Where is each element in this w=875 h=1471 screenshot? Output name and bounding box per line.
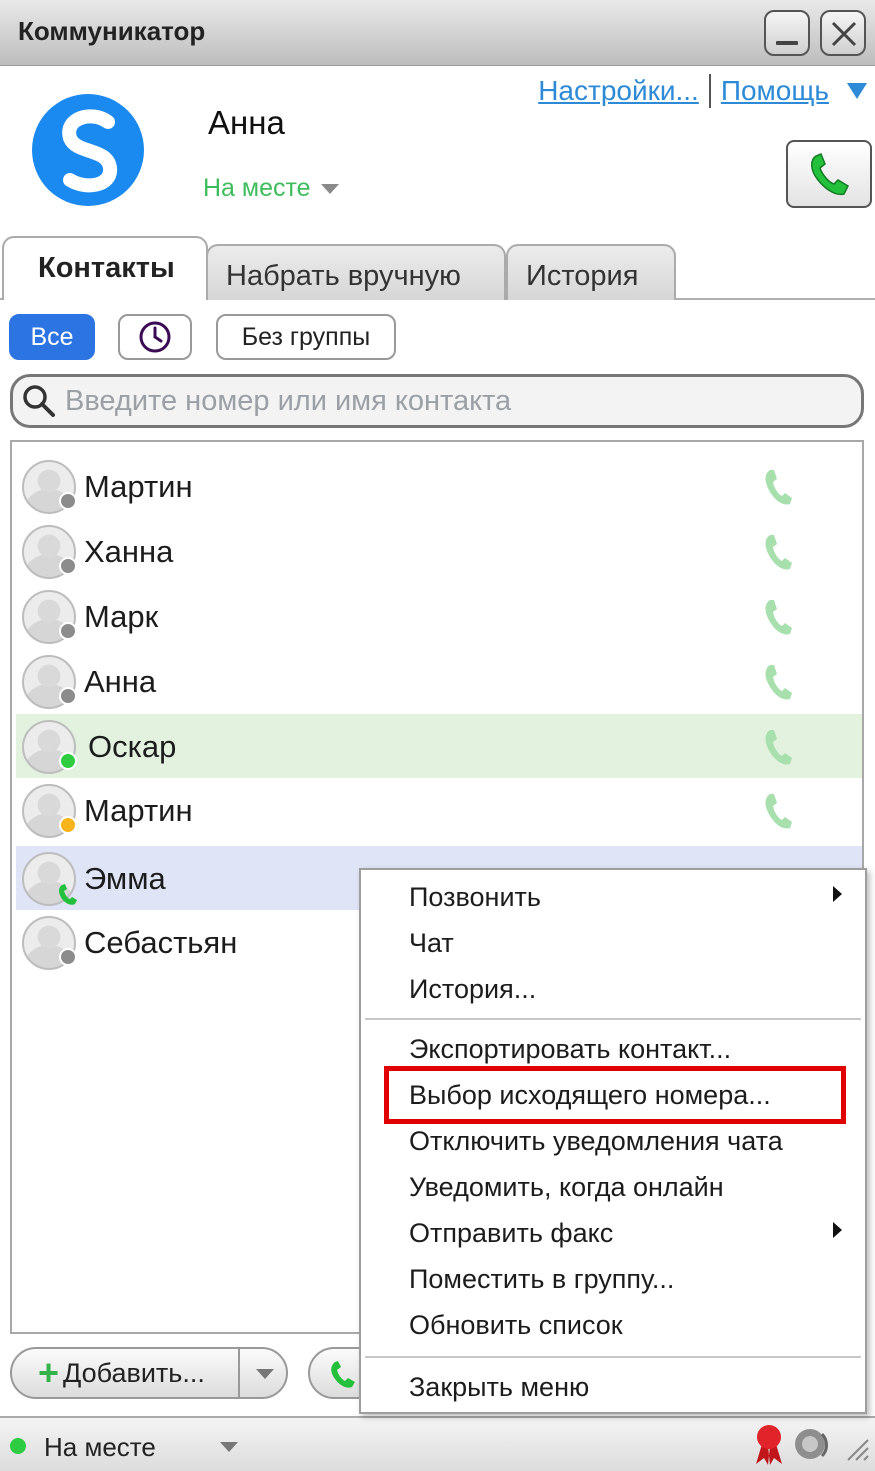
close-icon <box>831 21 857 47</box>
contact-name: Эмма <box>84 861 166 896</box>
context-menu: Позвонить Чат История... Экспортировать … <box>359 868 867 1414</box>
on-call-icon <box>59 884 77 905</box>
avatar <box>22 525 77 579</box>
button-divider <box>238 1349 240 1397</box>
phone-icon[interactable] <box>764 792 794 832</box>
tab-bar: Контакты Набрать вручную История <box>0 236 875 300</box>
contact-name: Марк <box>84 599 159 634</box>
phone-icon[interactable] <box>764 468 794 508</box>
close-button[interactable] <box>820 10 866 56</box>
presence-offline-icon <box>59 492 77 510</box>
minimize-button[interactable] <box>764 10 810 56</box>
menu-separator <box>365 1018 861 1020</box>
menu-item-export-contact[interactable]: Экспортировать контакт... <box>409 1034 731 1065</box>
status-bar: На месте <box>0 1416 875 1471</box>
presence-offline-icon <box>59 622 77 640</box>
contact-name: Анна <box>84 664 157 699</box>
presence-status-label: На месте <box>203 174 311 202</box>
submenu-arrow-icon <box>833 1222 842 1238</box>
contact-row[interactable]: Мартин <box>16 454 862 518</box>
avatar <box>22 655 77 709</box>
contact-name: Мартин <box>84 469 193 504</box>
avatar <box>22 590 77 644</box>
avatar <box>22 916 77 970</box>
search-icon <box>23 385 55 417</box>
contact-row[interactable]: Оскар <box>16 714 862 778</box>
phone-icon[interactable] <box>764 663 794 703</box>
menu-item-close-menu[interactable]: Закрыть меню <box>409 1372 589 1403</box>
phone-icon[interactable] <box>764 598 794 638</box>
presence-offline-icon <box>59 948 77 966</box>
menu-separator <box>365 1356 861 1358</box>
phone-icon[interactable] <box>764 533 794 573</box>
help-dropdown-icon[interactable] <box>847 83 867 99</box>
presence-offline-icon <box>59 687 77 705</box>
search-placeholder: Введите номер или имя контакта <box>65 384 512 417</box>
title-bar: Коммуникатор <box>0 0 875 66</box>
contact-name: Мартин <box>84 793 193 828</box>
presence-offline-icon <box>59 557 77 575</box>
user-name: Анна <box>208 104 285 141</box>
help-link[interactable]: Помощь <box>721 75 829 107</box>
tab-manual-dial[interactable]: Набрать вручную <box>206 244 506 300</box>
contact-name: Оскар <box>88 729 177 764</box>
link-divider <box>708 74 711 108</box>
menu-item-call[interactable]: Позвонить <box>409 882 541 913</box>
avatar <box>22 720 77 774</box>
top-links: Настройки... Помощь <box>538 74 867 108</box>
contact-name: Ханна <box>84 534 174 569</box>
menu-item-notify-when-online[interactable]: Уведомить, когда онлайн <box>409 1172 724 1203</box>
filter-no-group-button[interactable]: Без группы <box>216 314 396 360</box>
avatar <box>22 852 77 906</box>
tab-contacts[interactable]: Контакты <box>2 236 208 300</box>
menu-item-add-to-group[interactable]: Поместить в группу... <box>409 1264 674 1295</box>
speaker-icon[interactable] <box>792 1424 832 1464</box>
phone-icon[interactable] <box>764 728 794 768</box>
phone-icon <box>331 1361 355 1388</box>
presence-online-icon <box>10 1438 26 1454</box>
highlight-box <box>384 1066 846 1124</box>
presence-away-icon <box>59 816 77 834</box>
chevron-down-icon <box>320 183 339 194</box>
resize-grip-icon[interactable] <box>846 1438 870 1462</box>
search-input[interactable]: Введите номер или имя контакта <box>10 374 864 428</box>
footer-status-label[interactable]: На месте <box>44 1432 156 1463</box>
add-contact-label: Добавить... <box>63 1357 205 1388</box>
menu-item-send-fax[interactable]: Отправить факс <box>409 1218 613 1249</box>
filter-all-button[interactable]: Все <box>9 314 95 360</box>
menu-item-refresh-list[interactable]: Обновить список <box>409 1310 623 1341</box>
tab-history[interactable]: История <box>506 244 676 300</box>
chevron-down-icon[interactable] <box>220 1442 238 1452</box>
phone-icon <box>811 153 849 196</box>
menu-item-history[interactable]: История... <box>409 974 536 1005</box>
chevron-down-icon[interactable] <box>256 1369 274 1379</box>
settings-link[interactable]: Настройки... <box>538 75 699 107</box>
app-logo <box>32 94 144 206</box>
add-contact-button[interactable]: + Добавить... <box>10 1347 288 1399</box>
clock-icon <box>139 321 171 353</box>
call-button[interactable] <box>786 140 872 208</box>
ribbon-icon[interactable] <box>752 1422 786 1466</box>
menu-item-chat[interactable]: Чат <box>409 928 454 959</box>
contact-name: Себастьян <box>84 925 238 960</box>
avatar <box>22 784 77 838</box>
contact-row[interactable]: Анна <box>16 649 862 713</box>
submenu-arrow-icon <box>833 886 842 902</box>
presence-status-selector[interactable]: На месте <box>203 174 339 203</box>
contact-row[interactable]: Ханна <box>16 519 862 583</box>
presence-online-icon <box>59 752 77 770</box>
avatar <box>22 460 77 514</box>
contact-row[interactable]: Марк <box>16 584 862 648</box>
plus-icon: + <box>38 1352 60 1393</box>
filter-recent-button[interactable] <box>118 314 192 360</box>
window-title: Коммуникатор <box>18 16 206 46</box>
menu-item-mute-chat-notifications[interactable]: Отключить уведомления чата <box>409 1126 783 1157</box>
contact-row[interactable]: Мартин <box>16 778 862 842</box>
